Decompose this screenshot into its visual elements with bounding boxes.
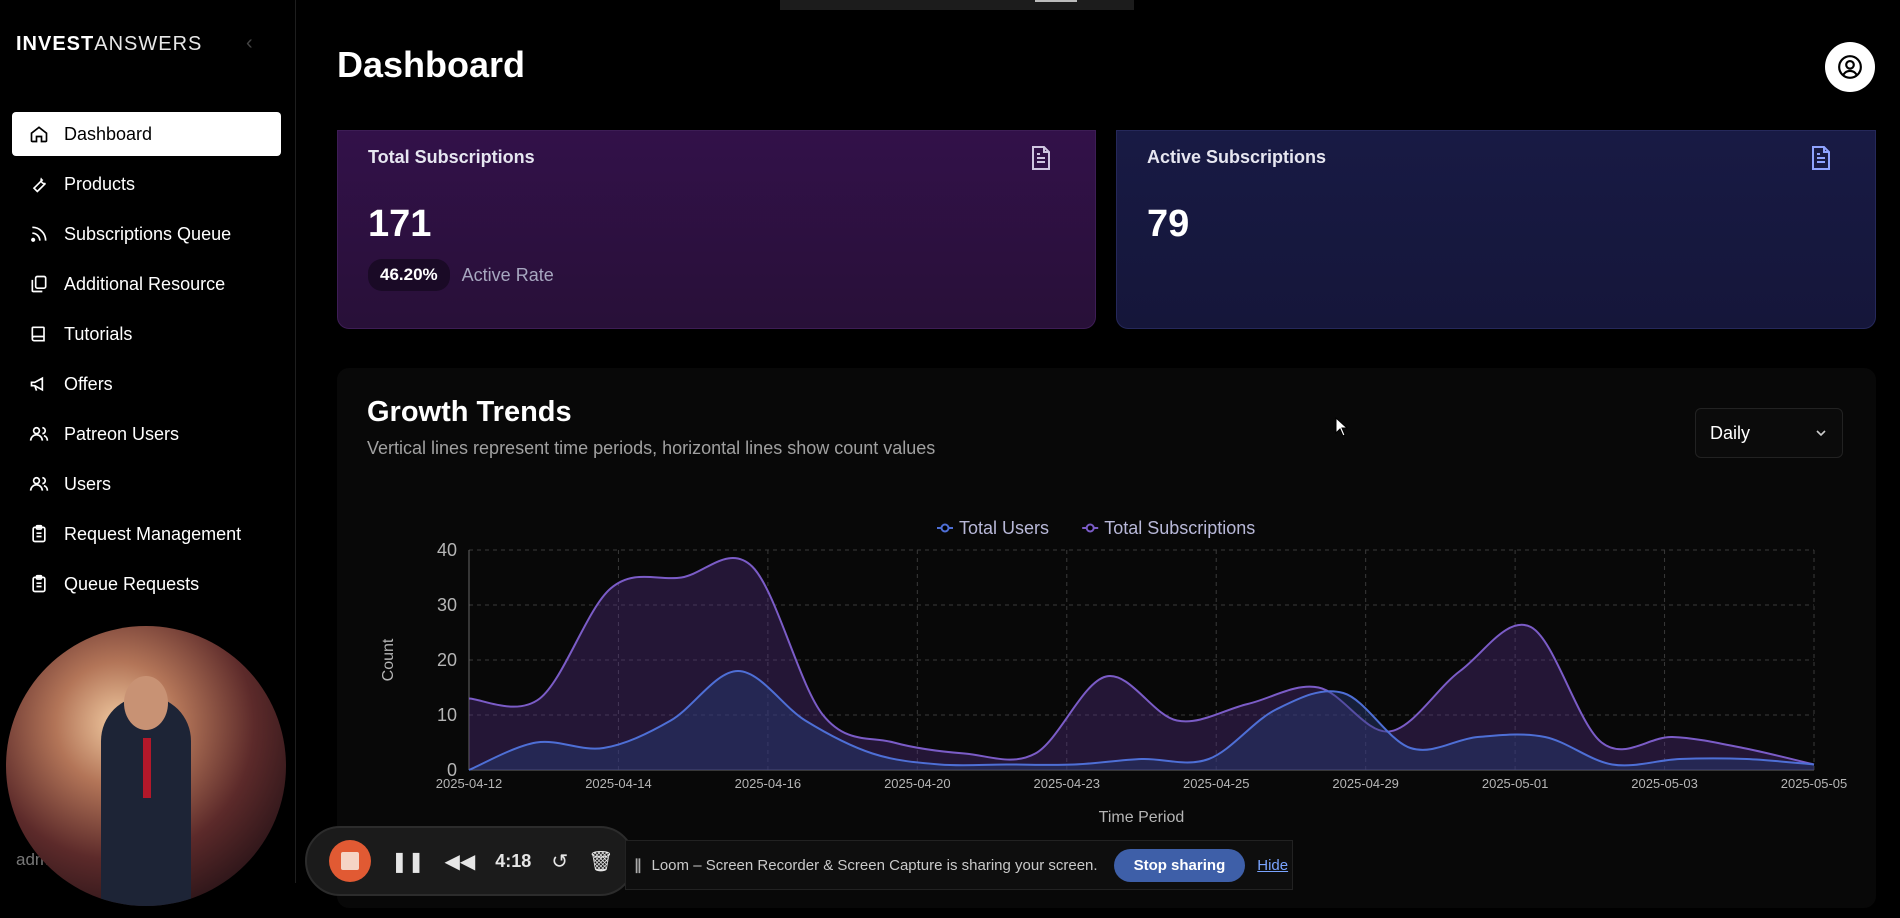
mouse-cursor-icon bbox=[1335, 417, 1349, 437]
sidebar-item-label: Tutorials bbox=[64, 323, 133, 344]
x-axis-title: Time Period bbox=[1099, 809, 1185, 826]
y-tick-label: 30 bbox=[437, 595, 457, 615]
x-tick-label: 2025-04-14 bbox=[585, 776, 652, 791]
growth-subtitle: Vertical lines represent time periods, h… bbox=[367, 438, 936, 458]
users-icon bbox=[28, 423, 50, 445]
growth-title: Growth Trends bbox=[367, 396, 572, 428]
stop-recording-button[interactable] bbox=[329, 840, 371, 882]
chevron-down-icon bbox=[1816, 430, 1826, 437]
card-value: 171 bbox=[368, 203, 432, 245]
book-icon bbox=[28, 323, 50, 345]
period-select-value: Daily bbox=[1710, 422, 1751, 443]
card-title: Active Subscriptions bbox=[1147, 147, 1327, 167]
active-rate-label: Active Rate bbox=[461, 264, 554, 285]
copy-icon bbox=[28, 273, 50, 295]
card-value: 79 bbox=[1147, 203, 1190, 245]
legend-marker-dot bbox=[1085, 523, 1095, 533]
sidebar-item-label: Queue Requests bbox=[64, 573, 200, 594]
x-tick-label: 2025-04-12 bbox=[436, 776, 503, 791]
document-icon bbox=[1032, 146, 1050, 170]
active-rate-badge: 46.20% Active Rate bbox=[368, 259, 554, 291]
x-tick-label: 2025-04-29 bbox=[1332, 776, 1399, 791]
loom-controls: ❚❚ ◀◀ 4:18 ↺ 🗑 bbox=[305, 826, 635, 896]
sidebar-item-tutorials[interactable]: Tutorials bbox=[12, 312, 281, 356]
sidebar-item-label: Dashboard bbox=[64, 123, 153, 144]
total-subscriptions-card: Total Subscriptions 171 46.20% Active Ra… bbox=[337, 130, 1096, 329]
tab-indicator bbox=[1035, 0, 1077, 2]
y-tick-label: 20 bbox=[437, 650, 457, 670]
legend-label: Total Subscriptions bbox=[1104, 518, 1255, 538]
profile-button[interactable] bbox=[1825, 42, 1875, 92]
clipboard-icon bbox=[28, 573, 50, 595]
active-rate-value: 46.20% bbox=[368, 259, 450, 291]
rewind-icon[interactable]: ◀◀ bbox=[445, 849, 476, 874]
webcam-tie bbox=[143, 738, 151, 798]
brand-bold-text: INVEST bbox=[16, 33, 95, 55]
brand-logo[interactable]: INVESTANSWERS bbox=[16, 33, 202, 56]
card-title: Total Subscriptions bbox=[368, 147, 535, 167]
sidebar-item-label: Request Management bbox=[64, 523, 242, 544]
legend-label: Total Users bbox=[959, 518, 1049, 538]
sidebar-item-label: Offers bbox=[64, 373, 113, 394]
sidebar-item-dashboard[interactable]: Dashboard bbox=[12, 112, 281, 156]
page-title: Dashboard bbox=[337, 44, 526, 85]
x-tick-label: 2025-04-23 bbox=[1034, 776, 1101, 791]
y-axis-title: Count bbox=[380, 638, 397, 681]
users-icon bbox=[28, 473, 50, 495]
pause-icon[interactable]: ❚❚ bbox=[391, 849, 425, 874]
restart-icon[interactable]: ↺ bbox=[551, 849, 568, 874]
sidebar-item-patreon-users[interactable]: Patreon Users bbox=[12, 412, 281, 456]
x-tick-label: 2025-05-03 bbox=[1631, 776, 1698, 791]
x-tick-label: 2025-05-01 bbox=[1482, 776, 1549, 791]
wrench-icon bbox=[28, 173, 50, 195]
sidebar-item-label: Patreon Users bbox=[64, 423, 180, 444]
x-tick-label: 2025-04-16 bbox=[735, 776, 802, 791]
hide-link[interactable]: Hide bbox=[1257, 857, 1288, 874]
sidebar-item-label: Users bbox=[64, 473, 112, 494]
rss-icon bbox=[28, 223, 50, 245]
collapse-sidebar-icon[interactable]: ‹ bbox=[246, 33, 262, 53]
sidebar-item-queue-requests[interactable]: Queue Requests bbox=[12, 562, 281, 606]
stop-sharing-button[interactable]: Stop sharing bbox=[1113, 848, 1246, 882]
x-tick-label: 2025-04-25 bbox=[1183, 776, 1250, 791]
x-tick-label: 2025-05-05 bbox=[1781, 776, 1848, 791]
home-icon bbox=[28, 123, 50, 145]
sidebar-item-users[interactable]: Users bbox=[12, 462, 281, 506]
drag-handle-icon[interactable]: ∥ bbox=[634, 856, 642, 874]
trash-icon[interactable]: 🗑 bbox=[588, 849, 613, 874]
sidebar-item-label: Subscriptions Queue bbox=[64, 223, 232, 244]
period-select[interactable]: Daily bbox=[1695, 408, 1843, 458]
recording-timer: 4:18 bbox=[495, 850, 532, 871]
x-tick-label: 2025-04-20 bbox=[884, 776, 951, 791]
sidebar-item-products[interactable]: Products bbox=[12, 162, 281, 206]
y-tick-label: 10 bbox=[437, 705, 457, 725]
legend-marker-dot bbox=[940, 523, 950, 533]
sidebar-item-label: Products bbox=[64, 173, 136, 194]
brand-light-text: ANSWERS bbox=[94, 33, 203, 55]
loom-webcam-bubble[interactable] bbox=[6, 626, 286, 906]
sidebar-nav: Dashboard Products Subscriptions Queue A… bbox=[12, 112, 281, 612]
browser-tab-strip bbox=[780, 0, 1134, 10]
user-circle-icon bbox=[1838, 55, 1862, 79]
document-icon bbox=[1812, 146, 1830, 170]
clipboard-icon bbox=[28, 523, 50, 545]
sidebar-item-label: Additional Resource bbox=[64, 273, 226, 294]
share-message: Loom – Screen Recorder & Screen Capture … bbox=[651, 856, 1098, 874]
y-tick-label: 40 bbox=[437, 540, 457, 560]
sidebar-item-request-management[interactable]: Request Management bbox=[12, 512, 281, 556]
megaphone-icon bbox=[28, 373, 50, 395]
sidebar-item-subscriptions-queue[interactable]: Subscriptions Queue bbox=[12, 212, 281, 256]
active-subscriptions-card: Active Subscriptions 79 bbox=[1116, 130, 1876, 329]
sidebar-item-offers[interactable]: Offers bbox=[12, 362, 281, 406]
sidebar-item-additional-resource[interactable]: Additional Resource bbox=[12, 262, 281, 306]
webcam-head bbox=[124, 676, 168, 730]
